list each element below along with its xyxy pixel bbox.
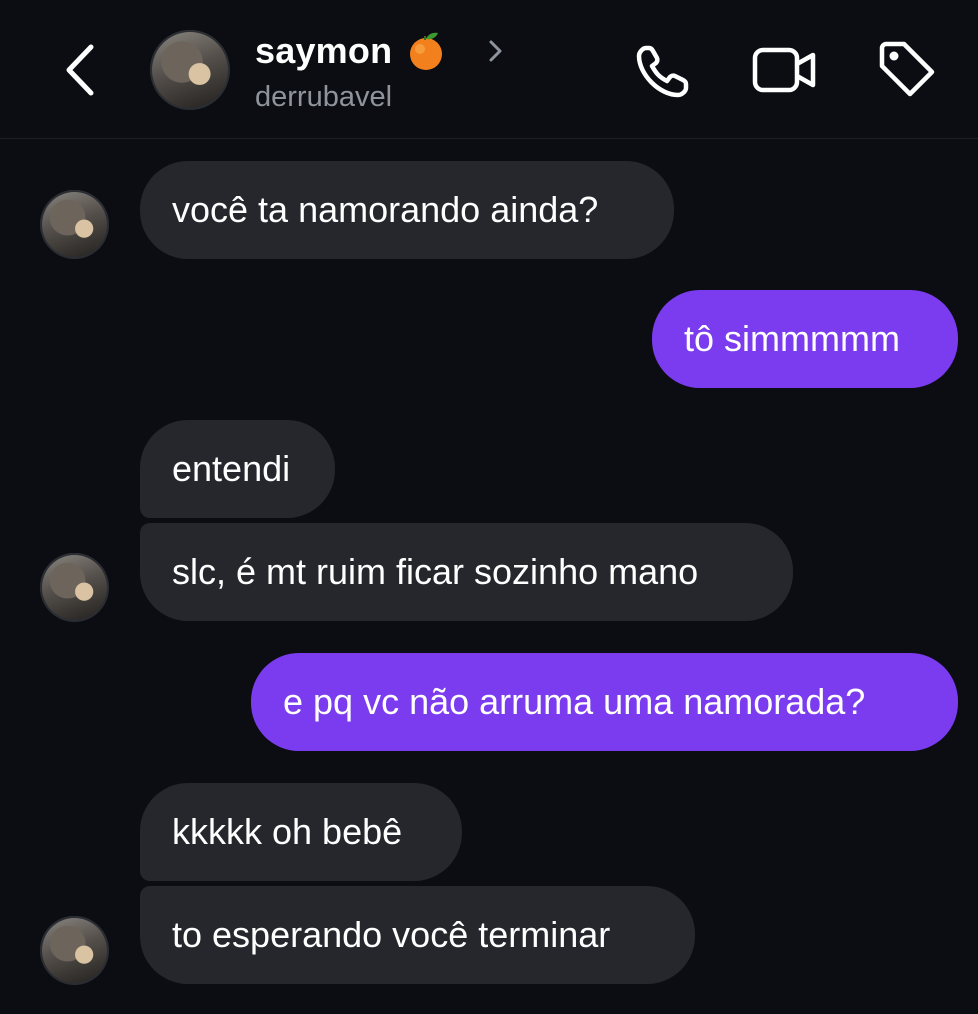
message-text: tô simmmmm <box>684 318 900 359</box>
contact-name-row[interactable]: saymon <box>255 30 446 72</box>
contact-name: saymon <box>255 30 393 71</box>
message-bubble-incoming[interactable]: kkkkk oh bebê <box>140 783 462 881</box>
contact-avatar[interactable] <box>150 30 230 110</box>
contact-username[interactable]: derrubavel <box>255 81 392 114</box>
message-text: entendi <box>172 448 291 489</box>
sender-avatar[interactable] <box>40 553 109 622</box>
back-button[interactable] <box>52 38 108 102</box>
message-text: você ta namorando ainda? <box>172 189 599 230</box>
message-bubble-incoming[interactable]: você ta namorando ainda? <box>140 161 674 259</box>
message-text: to esperando você terminar <box>172 914 611 955</box>
chevron-left-icon <box>66 44 94 96</box>
message-text: kkkkk oh bebê <box>172 811 403 852</box>
message-text: slc, é mt ruim ficar sozinho mano <box>172 551 699 592</box>
message-bubble-incoming[interactable]: entendi <box>140 420 335 518</box>
chat-header: saymon derrubavel <box>0 0 978 139</box>
orange-emoji-icon <box>406 31 446 71</box>
message-bubble-outgoing[interactable]: e pq vc não arruma uma namorada? <box>251 653 958 751</box>
video-camera-icon[interactable] <box>752 44 818 96</box>
sender-avatar[interactable] <box>40 190 109 259</box>
sender-avatar[interactable] <box>40 916 109 985</box>
message-bubble-incoming[interactable]: slc, é mt ruim ficar sozinho mano <box>140 523 793 621</box>
chevron-right-icon[interactable] <box>484 36 508 66</box>
message-bubble-outgoing[interactable]: tô simmmmm <box>652 290 958 388</box>
message-bubble-incoming[interactable]: to esperando você terminar <box>140 886 695 984</box>
phone-icon[interactable] <box>634 44 692 100</box>
tag-icon[interactable] <box>876 40 938 100</box>
message-text: e pq vc não arruma uma namorada? <box>283 681 866 722</box>
